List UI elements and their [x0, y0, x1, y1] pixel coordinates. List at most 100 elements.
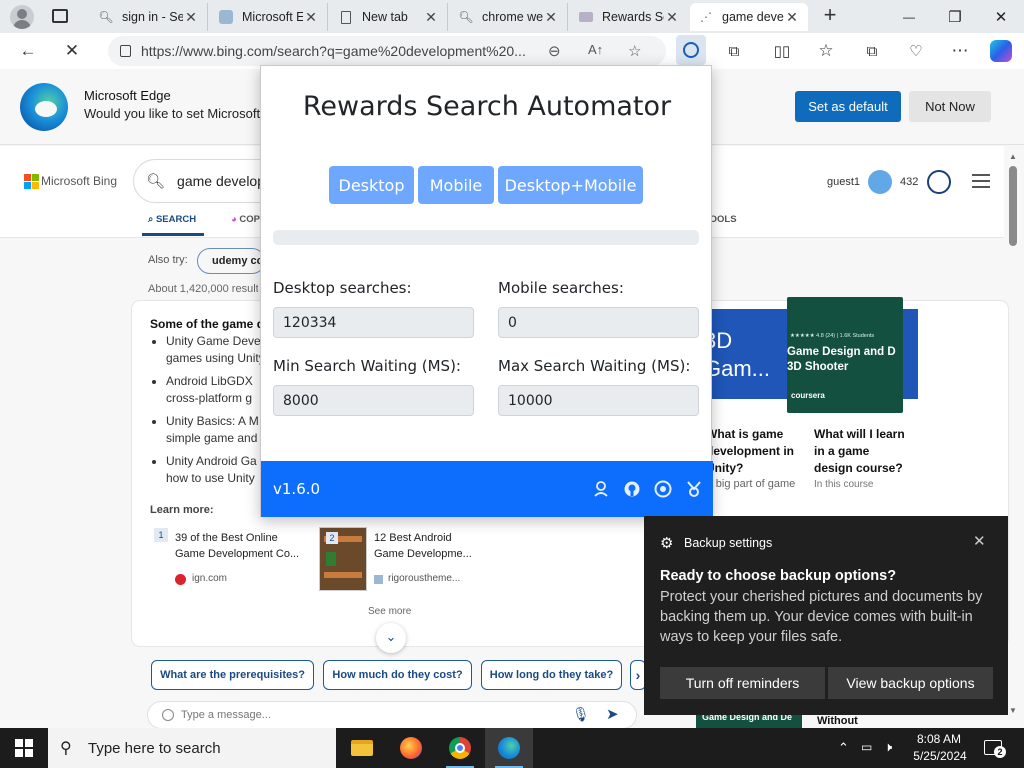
favorite-star-icon[interactable]: ☆: [628, 42, 641, 60]
close-tab-icon[interactable]: ✕: [543, 9, 559, 26]
also-try-chip[interactable]: udemy co: [197, 248, 265, 274]
back-button[interactable]: ←: [14, 37, 42, 65]
show-hidden-icons[interactable]: ⌃: [838, 740, 849, 756]
tab-sign-in[interactable]: 🔍︎ sign in - Search ✕: [90, 3, 208, 31]
scrollbar-track[interactable]: ▲ ▼: [1006, 148, 1020, 718]
user-name[interactable]: guest1: [827, 176, 860, 188]
clock-time[interactable]: 8:08 AM: [916, 732, 962, 746]
max-wait-input[interactable]: 10000: [498, 385, 699, 416]
desktop-mobile-mode-button[interactable]: Desktop+Mobile: [498, 166, 643, 204]
browser-essentials-icon[interactable]: ♡: [902, 37, 930, 65]
source-card-1[interactable]: 1 39 of the Best Online Game Development …: [154, 528, 304, 588]
close-tab-icon[interactable]: ✕: [423, 9, 439, 26]
new-tab-button[interactable]: +: [818, 3, 842, 29]
profile-icon[interactable]: [10, 5, 34, 29]
minimize-button[interactable]: —: [886, 0, 932, 33]
toast-close-icon[interactable]: ✕: [973, 532, 986, 550]
expand-chevron-icon[interactable]: ⌄: [376, 623, 406, 653]
volume-muted-icon[interactable]: 🕨︎: [884, 739, 892, 755]
start-button[interactable]: [0, 728, 48, 768]
bottom-peek-text: Without: [817, 715, 858, 727]
url-text[interactable]: https://www.bing.com/search?q=game%20dev…: [141, 43, 541, 59]
see-more-link[interactable]: See more: [368, 606, 411, 617]
tab-new-tab[interactable]: New tab ✕: [330, 3, 448, 31]
scroll-down-arrow[interactable]: ▼: [1009, 706, 1017, 715]
ms-logo-blue: [24, 182, 31, 189]
tab-microsoft-edge[interactable]: Microsoft Edge ✕: [210, 3, 328, 31]
zoom-icon[interactable]: ⊖: [548, 42, 561, 60]
hamburger-menu-icon[interactable]: [972, 174, 990, 188]
stop-loading-button[interactable]: ✕: [58, 37, 86, 65]
rewards-points[interactable]: 432: [900, 176, 918, 188]
windows-logo-icon: [15, 739, 33, 757]
course-image-card[interactable]: ★★★★★ 4.8 (24) | 1.6K Students Game Desi…: [787, 297, 903, 413]
suggestion-chip[interactable]: How long do they take?: [481, 660, 622, 690]
scope-search[interactable]: ⌕ SEARCH: [148, 214, 196, 225]
suggestion-chip[interactable]: What are the prerequisites?: [151, 660, 314, 690]
scrollbar-thumb[interactable]: [1009, 166, 1017, 246]
source-thumbnail[interactable]: 2: [319, 527, 367, 591]
desktop-mode-button[interactable]: Desktop: [329, 166, 414, 204]
bing-logo[interactable]: Microsoft Bing: [24, 174, 124, 190]
source-number: 2: [326, 532, 338, 544]
firefox-icon[interactable]: [387, 728, 435, 768]
view-backup-options-button[interactable]: View backup options: [828, 667, 993, 699]
tab-rewards-search[interactable]: Rewards Search ✕: [570, 3, 688, 31]
send-icon[interactable]: ➤: [606, 705, 619, 723]
faq-card-1[interactable]: What is game development in Unity? A big…: [706, 426, 802, 514]
extensions-icon[interactable]: ⧉: [720, 37, 748, 65]
microphone-icon[interactable]: 🎙︎: [572, 706, 590, 723]
medal-icon[interactable]: [685, 480, 703, 498]
github-icon[interactable]: [623, 480, 641, 498]
read-aloud-icon[interactable]: A↑: [588, 42, 603, 57]
user-avatar[interactable]: [868, 170, 892, 194]
message-box[interactable]: Type a message... 🎙︎ ➤: [148, 702, 636, 728]
min-wait-input[interactable]: 8000: [273, 385, 474, 416]
close-tab-icon[interactable]: ✕: [784, 9, 800, 26]
collections-icon[interactable]: ⧉: [858, 37, 886, 65]
tab-strip: 🔍︎ sign in - Search ✕ Microsoft Edge ✕ N…: [0, 0, 1024, 33]
chrome-icon[interactable]: [654, 480, 672, 498]
split-screen-icon[interactable]: ▯▯: [768, 37, 796, 65]
faq-card-2[interactable]: What will I learn in a game design cours…: [814, 426, 910, 514]
account-icon[interactable]: [592, 480, 610, 498]
file-explorer-icon[interactable]: [338, 728, 386, 768]
chrome-icon[interactable]: [436, 728, 484, 768]
favorites-icon[interactable]: ☆: [812, 37, 840, 65]
close-tab-icon[interactable]: ✕: [183, 9, 199, 26]
desktop-searches-input[interactable]: 120334: [273, 307, 474, 338]
settings-more-icon[interactable]: ⋯: [946, 37, 974, 65]
rewards-medal-icon[interactable]: [927, 170, 951, 194]
source-card-2[interactable]: 12 Best Android Game Developme... rigorou…: [374, 530, 494, 590]
maximize-button[interactable]: ❐: [932, 0, 978, 33]
tab-game-development[interactable]: ⋰ game development ✕: [690, 3, 808, 31]
windows-taskbar: ⚲ Type here to search ⌃ ▭ 🕨︎ 8:08 AM 5/2…: [0, 728, 1024, 768]
copilot-icon[interactable]: [990, 40, 1012, 62]
not-now-button[interactable]: Not Now: [909, 91, 991, 122]
scroll-up-arrow[interactable]: ▲: [1009, 152, 1017, 161]
close-tab-icon[interactable]: ✕: [664, 9, 680, 26]
rewards-extension-icon[interactable]: [676, 35, 706, 65]
mobile-searches-input[interactable]: 0: [498, 307, 699, 338]
tab-actions-icon[interactable]: [52, 9, 68, 23]
address-bar[interactable]: https://www.bing.com/search?q=game%20dev…: [108, 36, 666, 66]
taskbar-search-box[interactable]: ⚲ Type here to search: [48, 728, 336, 768]
set-as-default-button[interactable]: Set as default: [795, 91, 901, 122]
turn-off-reminders-button[interactable]: Turn off reminders: [660, 667, 825, 699]
answer-heading: Some of the game development courses: [150, 317, 260, 331]
toast-app-name: Backup settings: [684, 536, 773, 550]
close-tab-icon[interactable]: ✕: [303, 9, 319, 26]
network-icon[interactable]: ▭: [861, 740, 872, 754]
clock-date[interactable]: 5/25/2024: [910, 749, 970, 763]
backup-notification-toast: ⚙ Backup settings ✕ Ready to choose back…: [644, 516, 1008, 715]
promo-card-text: 3D Gam...: [710, 328, 771, 381]
tab-chrome-web-store[interactable]: 🔍︎ chrome web store ✕: [450, 3, 568, 31]
coursera-brand: coursera: [791, 391, 825, 400]
suggestion-chip[interactable]: How much do they cost?: [323, 660, 472, 690]
mobile-mode-button[interactable]: Mobile: [418, 166, 494, 204]
edge-icon[interactable]: [485, 728, 533, 768]
toast-heading: Ready to choose backup options?: [660, 568, 897, 584]
notification-center-icon[interactable]: 2: [984, 740, 1006, 758]
close-window-button[interactable]: ✕: [978, 0, 1024, 33]
lock-icon[interactable]: [120, 45, 131, 57]
